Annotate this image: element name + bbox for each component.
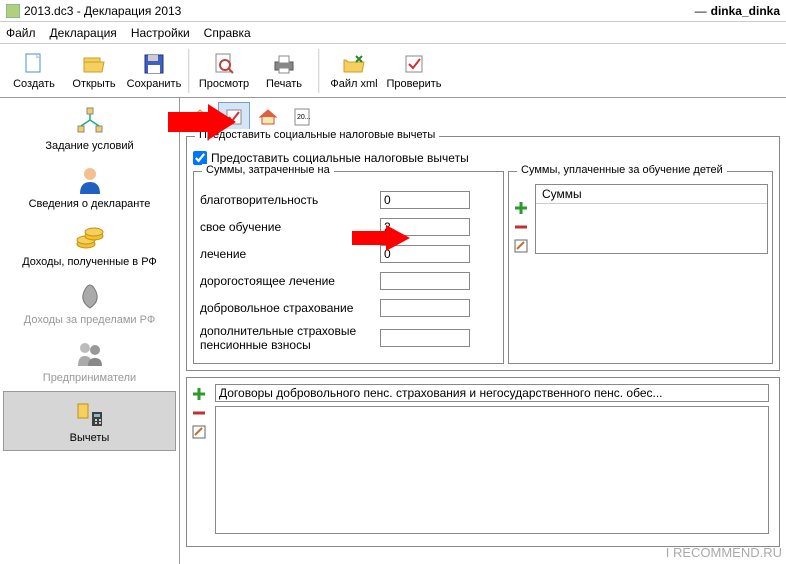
- money-bag-icon: [74, 280, 106, 312]
- svg-text:20...: 20...: [297, 114, 311, 121]
- group-children-edu: Суммы, уплаченные за обучение детей: [508, 171, 773, 364]
- open-button[interactable]: Открыть: [64, 46, 124, 96]
- sidebar-item-entrepreneurs[interactable]: Предприниматели: [0, 332, 179, 390]
- label-expensive-treatment: дорогостоящее лечение: [200, 274, 380, 288]
- input-charity[interactable]: [380, 191, 470, 209]
- print-button[interactable]: Печать: [254, 46, 314, 96]
- input-expensive-treatment[interactable]: [380, 272, 470, 290]
- app-icon: [6, 4, 20, 18]
- plus-icon: [192, 387, 206, 401]
- edit-contract-button[interactable]: [191, 424, 207, 440]
- new-file-icon: [22, 52, 46, 76]
- contracts-list[interactable]: [215, 406, 769, 534]
- save-button[interactable]: Сохранить: [124, 46, 184, 96]
- preview-button[interactable]: Просмотр: [194, 46, 254, 96]
- watermark: I RECOMMEND.RU: [666, 545, 782, 560]
- mini-btn-checklist[interactable]: [218, 102, 250, 132]
- sidebar-item-conditions[interactable]: Задание условий: [0, 100, 179, 158]
- provide-checkbox[interactable]: [193, 151, 207, 165]
- edit-icon: [514, 239, 528, 253]
- group-pension-contracts: [186, 377, 780, 547]
- remove-contract-button[interactable]: [191, 405, 207, 421]
- edit-icon: [192, 425, 206, 439]
- label-treatment: лечение: [200, 247, 380, 261]
- floppy-icon: [142, 52, 166, 76]
- label-charity: благотворительность: [200, 193, 380, 207]
- tree-icon: [74, 106, 106, 138]
- menubar: Файл Декларация Настройки Справка: [0, 22, 786, 44]
- deductions-icon: [74, 398, 106, 430]
- preview-icon: [212, 52, 236, 76]
- input-own-edu[interactable]: [380, 218, 470, 236]
- coins-icon: [74, 222, 106, 254]
- mini-btn-year[interactable]: 20...: [286, 102, 318, 132]
- folder-open-icon: [82, 52, 106, 76]
- add-button[interactable]: [513, 200, 529, 216]
- minus-icon: [514, 220, 528, 234]
- remove-button[interactable]: [513, 219, 529, 235]
- children-edu-title: Суммы, уплаченные за обучение детей: [517, 164, 727, 176]
- minus-icon: [192, 406, 206, 420]
- plus-icon: [514, 201, 528, 215]
- window-title: 2013.dc3 - Декларация 2013: [24, 4, 691, 18]
- label-additional-ins: дополнительные страховые пенсионные взно…: [200, 324, 380, 352]
- input-voluntary-ins[interactable]: [380, 299, 470, 317]
- sidebar-item-deductions[interactable]: Вычеты: [3, 391, 176, 451]
- people-icon: [74, 338, 106, 370]
- group-sums-spent: Суммы, затраченные на благотворительност…: [193, 171, 504, 364]
- file-xml-button[interactable]: Файл xml: [324, 46, 384, 96]
- input-treatment[interactable]: [380, 245, 470, 263]
- menu-file[interactable]: Файл: [6, 26, 36, 40]
- house-icon: [190, 107, 210, 127]
- sums-spent-title: Суммы, затраченные на: [202, 164, 334, 176]
- contracts-title-input[interactable]: [215, 384, 769, 402]
- children-list[interactable]: Суммы: [535, 184, 768, 254]
- create-button[interactable]: Создать: [4, 46, 64, 96]
- minimize-button[interactable]: —: [691, 4, 711, 18]
- label-own-edu: свое обучение: [200, 220, 380, 234]
- checklist-icon: [224, 107, 244, 127]
- check-button[interactable]: Проверить: [384, 46, 444, 96]
- sidebar-item-income-rf[interactable]: Доходы, полученные в РФ: [0, 216, 179, 274]
- group-title: Предоставить социальные налоговые вычеты: [195, 129, 439, 141]
- label-voluntary-ins: добровольное страхование: [200, 301, 380, 315]
- content-area: 20... Предоставить социальные налоговые …: [180, 98, 786, 564]
- menu-declaration[interactable]: Декларация: [50, 26, 117, 40]
- provide-checkbox-label: Предоставить социальные налоговые вычеты: [211, 151, 469, 165]
- edit-button[interactable]: [513, 238, 529, 254]
- children-col-header: Суммы: [536, 185, 767, 204]
- sidebar: Задание условий Сведения о декларанте До…: [0, 98, 180, 564]
- house-color-icon: [258, 107, 278, 127]
- xml-icon: [342, 52, 366, 76]
- sidebar-item-income-abroad[interactable]: Доходы за пределами РФ: [0, 274, 179, 332]
- input-additional-ins[interactable]: [380, 329, 470, 347]
- add-contract-button[interactable]: [191, 386, 207, 402]
- menu-help[interactable]: Справка: [204, 26, 251, 40]
- main-toolbar: Создать Открыть Сохранить Просмотр Печат…: [0, 44, 786, 98]
- mini-btn-house1[interactable]: [184, 102, 216, 132]
- doc-icon: 20...: [292, 107, 312, 127]
- user-label: dinka_dinka: [711, 4, 780, 18]
- sidebar-item-declarant[interactable]: Сведения о декларанте: [0, 158, 179, 216]
- person-icon: [74, 164, 106, 196]
- menu-settings[interactable]: Настройки: [131, 26, 190, 40]
- group-provide-deductions: Предоставить социальные налоговые вычеты…: [186, 136, 780, 371]
- check-icon: [402, 52, 426, 76]
- mini-btn-house2[interactable]: [252, 102, 284, 132]
- printer-icon: [272, 52, 296, 76]
- titlebar: 2013.dc3 - Декларация 2013 — dinka_dinka: [0, 0, 786, 22]
